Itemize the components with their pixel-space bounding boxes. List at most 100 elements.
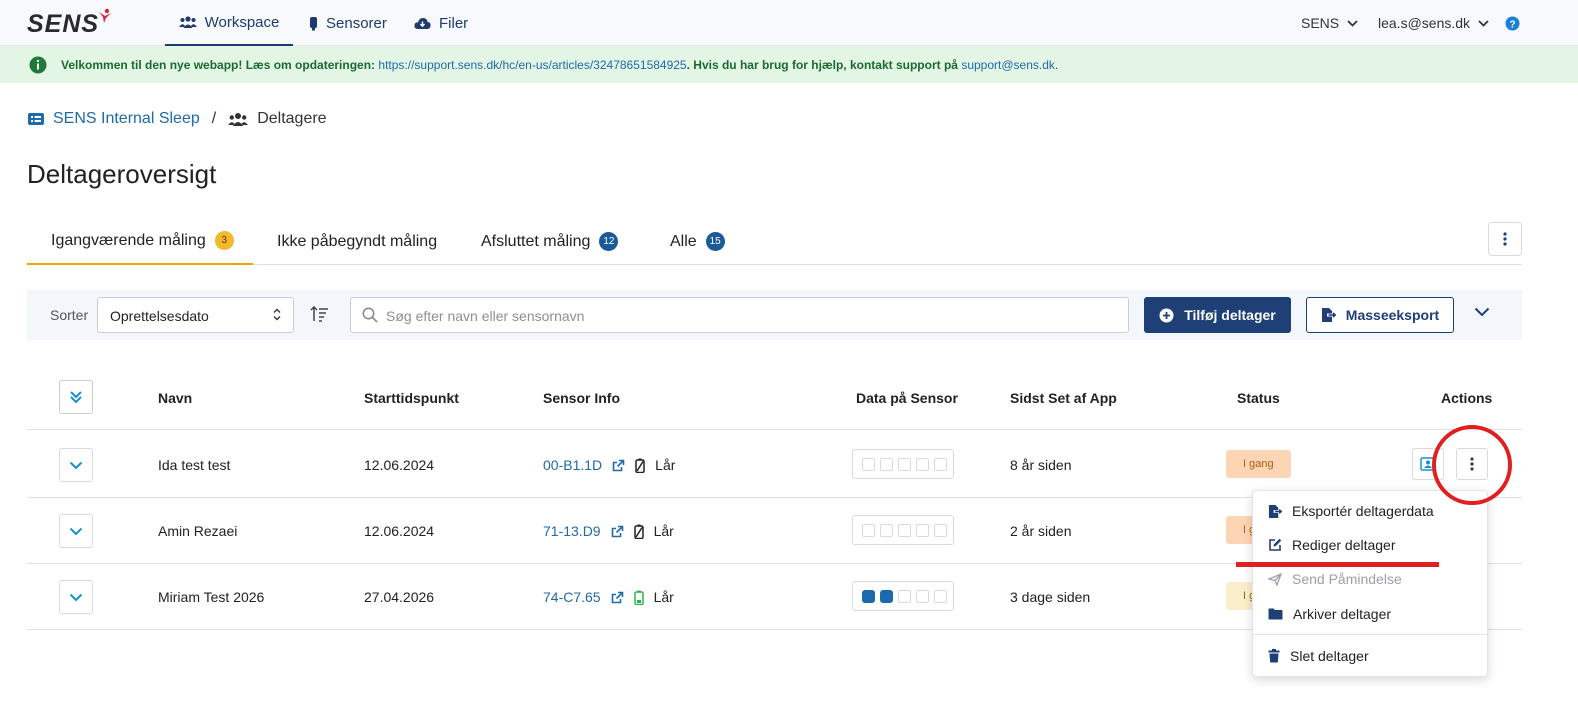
data-slot [916, 589, 929, 603]
row-expand-button[interactable] [59, 514, 93, 548]
sensor-link[interactable]: 71-13.D9 [543, 523, 601, 539]
external-link-icon[interactable] [611, 525, 624, 538]
sort-select-value: Oprettelsesdato [110, 308, 209, 324]
battery-empty-icon [633, 524, 644, 539]
status-badge: I gang [1226, 450, 1291, 478]
header-seen[interactable]: Sidst Set af App [1010, 390, 1117, 406]
help-button[interactable]: ? [1505, 0, 1520, 46]
org-selector[interactable]: SENS [1301, 0, 1358, 46]
banner-support-link[interactable]: https://support.sens.dk/hc/en-us/article… [378, 58, 686, 72]
tab-label: Ikke påbegyndt måling [277, 232, 438, 250]
sort-label: Sorter [50, 307, 89, 323]
menu-export-participant-data[interactable]: Eksportér deltagerdata [1268, 503, 1434, 519]
banner-text: Velkommen til den nye webapp! Læs om opd… [61, 58, 1058, 72]
sensor-info: 00-B1.1D Lår [543, 457, 675, 473]
nav-workspace[interactable]: Workspace [165, 0, 293, 46]
tab-alle[interactable]: Alle 15 [670, 218, 725, 265]
search-icon [362, 307, 378, 323]
bulk-export-label: Masseeksport [1345, 307, 1440, 323]
sensor-data-indicator [852, 581, 954, 611]
data-slot [934, 589, 947, 603]
double-chevron-down-icon [70, 391, 82, 404]
logo-figure-icon [99, 8, 112, 23]
cloud-download-icon [414, 17, 431, 29]
nav-sensorer[interactable]: Sensorer [309, 0, 387, 46]
chevron-down-icon [1347, 19, 1358, 27]
data-slot [880, 589, 893, 603]
tab-igangvaerende[interactable]: Igangværende måling 3 [27, 218, 253, 265]
svg-text:?: ? [1509, 19, 1515, 30]
banner-lead: Velkommen til den nye webapp! Læs om opd… [61, 58, 376, 72]
user-menu[interactable]: lea.s@sens.dk [1378, 0, 1489, 46]
header-status: Status [1237, 390, 1280, 406]
add-participant-button[interactable]: Tilføj deltager [1144, 297, 1291, 333]
tab-afsluttet[interactable]: Afsluttet måling 12 [481, 218, 619, 265]
table-header: Navn Starttidspunkt Sensor Info Data på … [27, 380, 1522, 430]
header-data: Data på Sensor [856, 390, 958, 406]
external-link-icon[interactable] [612, 459, 625, 472]
org-selector-label: SENS [1301, 15, 1340, 31]
edit-icon [1269, 538, 1282, 551]
participant-name: Ida test test [158, 457, 231, 473]
participant-name: Amin Rezaei [158, 523, 238, 539]
users-icon [178, 16, 197, 28]
bulk-export-button[interactable]: Masseeksport [1306, 297, 1454, 333]
send-icon [1268, 572, 1282, 586]
menu-item-label: Slet deltager [1290, 648, 1369, 664]
info-banner: Velkommen til den nye webapp! Læs om opd… [0, 46, 1578, 83]
menu-divider [1253, 634, 1489, 635]
sensor-location: Lår [655, 457, 676, 473]
folder-icon [1268, 608, 1283, 620]
breadcrumb-project[interactable]: SENS Internal Sleep [28, 110, 200, 128]
menu-item-label: Rediger deltager [1292, 537, 1396, 553]
header-actions: Actions [1441, 390, 1493, 406]
header-start[interactable]: Starttidspunkt [364, 390, 459, 406]
row-expand-button[interactable] [59, 448, 93, 482]
count-badge: 3 [214, 231, 234, 250]
data-slot [880, 457, 893, 471]
search-placeholder: Søg efter navn eller sensornavn [386, 308, 585, 324]
chevron-down-icon[interactable] [1474, 307, 1490, 317]
breadcrumb: SENS Internal Sleep / Deltagere [28, 110, 327, 128]
list-icon [28, 113, 44, 125]
sens-logo[interactable]: SENS [27, 8, 113, 39]
data-slot [862, 457, 875, 471]
nav-sensorer-label: Sensorer [326, 14, 387, 32]
sensor-location: Lår [653, 523, 674, 539]
row-expand-button[interactable] [59, 580, 93, 614]
sort-select[interactable]: Oprettelsesdato [97, 297, 294, 333]
data-slot [934, 457, 947, 471]
banner-end: . [1054, 58, 1059, 72]
menu-item-label: Send Påmindelse [1292, 571, 1402, 587]
banner-email-link[interactable]: support@sens.dk [961, 58, 1055, 72]
expand-all-button[interactable] [59, 380, 93, 414]
count-badge: 12 [599, 232, 619, 251]
data-slot [898, 523, 911, 537]
menu-archive-participant[interactable]: Arkiver deltager [1268, 606, 1391, 622]
table-toolbar: Sorter Oprettelsesdato Søg efter navn el… [27, 290, 1522, 340]
sensor-info: 74-C7.65 Lår [543, 589, 674, 605]
menu-edit-participant[interactable]: Rediger deltager [1268, 537, 1396, 553]
top-navigation: SENS Workspace Sensorer Filer SENS lea.s… [0, 0, 1578, 46]
tab-label: Afsluttet måling [481, 232, 591, 250]
menu-item-label: Eksportér deltagerdata [1292, 503, 1434, 519]
chevron-down-icon [69, 593, 83, 601]
data-slot [862, 589, 875, 603]
count-badge: 15 [705, 232, 725, 251]
search-input[interactable]: Søg efter navn eller sensornavn [350, 297, 1129, 333]
menu-send-reminder[interactable]: Send Påmindelse [1268, 571, 1402, 587]
breadcrumb-current: Deltagere [228, 110, 327, 128]
tabs-more-button[interactable] [1488, 222, 1522, 256]
external-link-icon[interactable] [611, 591, 624, 604]
nav-filer[interactable]: Filer [414, 0, 468, 46]
menu-delete-participant[interactable]: Slet deltager [1268, 648, 1369, 664]
last-seen: 8 år siden [1010, 457, 1072, 473]
sensor-link[interactable]: 74-C7.65 [543, 589, 601, 605]
breadcrumb-project-label: SENS Internal Sleep [53, 110, 200, 127]
header-name[interactable]: Navn [158, 390, 192, 406]
sort-direction-icon[interactable] [310, 306, 329, 322]
sort-arrows-icon [273, 308, 281, 321]
sensor-link[interactable]: 00-B1.1D [543, 457, 602, 473]
banner-mid: . Hvis du har brug for hjælp, kontakt su… [686, 58, 958, 72]
tab-ikke-paabegyndt[interactable]: Ikke påbegyndt måling [277, 218, 437, 265]
